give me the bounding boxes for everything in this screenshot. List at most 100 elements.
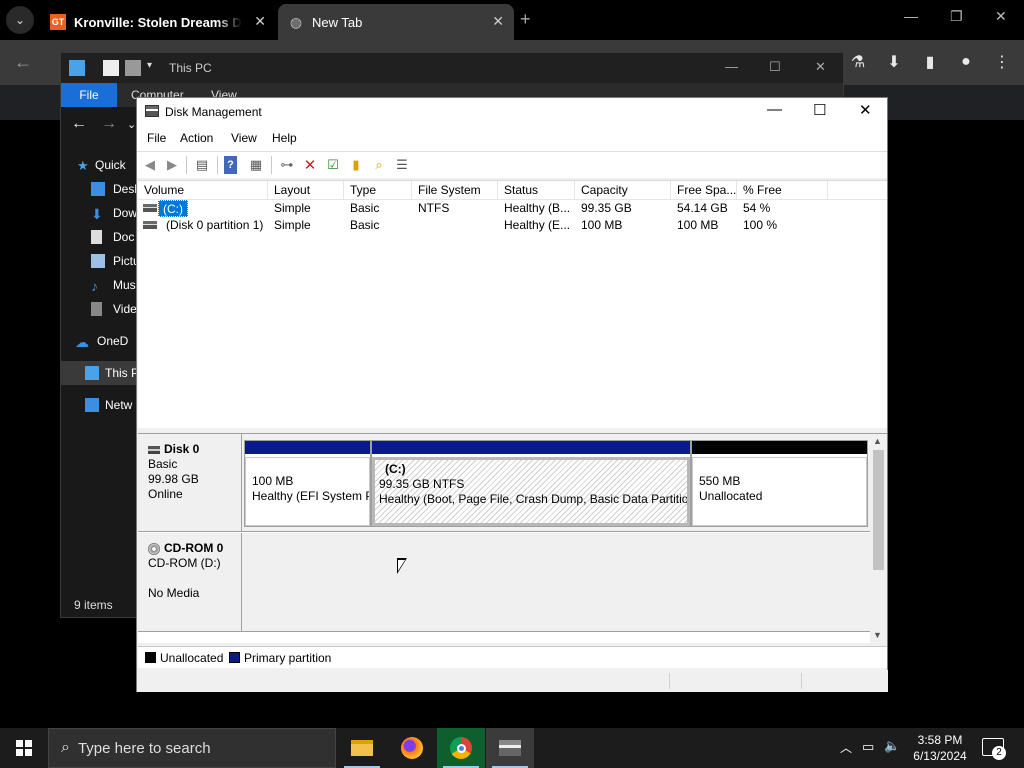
customize-chevron-icon[interactable]: ▾ <box>147 60 163 76</box>
help-icon[interactable]: ? <box>224 156 237 174</box>
connect-icon[interactable]: ⊶ <box>278 156 296 174</box>
search-placeholder: Type here to search <box>77 739 211 757</box>
partition-description: Healthy (Boot, Page File, Crash Dump, Ba… <box>379 492 690 506</box>
ribbon-file-tab[interactable]: File <box>61 83 117 107</box>
profile-icon[interactable]: ● <box>956 52 976 72</box>
menu-view[interactable]: View <box>231 131 257 145</box>
table-row[interactable]: (Disk 0 partition 1) Simple Basic Health… <box>138 217 887 234</box>
clock-time: 3:58 PM <box>917 733 963 747</box>
browser-tab-kronville[interactable]: GT Kronville: Stolen Dreams Down ✕ <box>40 4 276 40</box>
back-arrow-icon[interactable]: ◀ <box>141 156 159 174</box>
partition-body: 550 MB Unallocated <box>692 457 867 526</box>
column-header-layout[interactable]: Layout <box>268 181 344 200</box>
column-header-volume[interactable]: Volume <box>138 181 268 200</box>
column-header-free-space[interactable]: Free Spa... <box>671 181 737 200</box>
close-tab-icon[interactable]: ✕ <box>492 13 504 30</box>
new-tab-plus-icon[interactable]: + <box>520 9 531 30</box>
sidebar-item-desktop[interactable]: Desk <box>61 177 141 201</box>
legend-label-unallocated: Unallocated <box>160 651 224 665</box>
sidebar-item-network[interactable]: Netw <box>61 393 141 417</box>
properties-icon[interactable]: ▦ <box>247 156 265 174</box>
properties-icon[interactable] <box>103 60 119 76</box>
taskbar-chrome[interactable] <box>437 728 485 768</box>
partition-c[interactable]: (C:) 99.35 GB NTFS Healthy (Boot, Page F… <box>371 440 691 527</box>
network-icon[interactable]: ▭ <box>862 739 874 755</box>
column-header-percent-free[interactable]: % Free <box>737 181 828 200</box>
partition-efi[interactable]: 100 MB Healthy (EFI System P <box>244 440 371 527</box>
volume-free-space: 54.14 GB <box>677 201 728 215</box>
column-header-capacity[interactable]: Capacity <box>575 181 671 200</box>
taskbar-clock[interactable]: 3:58 PM 6/13/2024 <box>905 732 975 764</box>
labs-flask-icon[interactable]: ⚗ <box>848 52 868 72</box>
folder-search-icon[interactable]: ⌕ <box>370 156 388 174</box>
cloud-icon: ☁ <box>75 334 89 350</box>
taskbar-search-box[interactable]: ⌕ Type here to search <box>48 728 336 768</box>
disk-0-name: Disk 0 <box>148 442 241 457</box>
windows-start-icon[interactable] <box>16 740 32 756</box>
disk-0-label[interactable]: Disk 0 Basic 99.98 GB Online <box>138 434 242 531</box>
column-header-type[interactable]: Type <box>344 181 412 200</box>
scrollbar-thumb[interactable] <box>873 450 884 570</box>
minimize-icon[interactable]: — <box>904 8 918 24</box>
close-icon[interactable]: ✕ <box>995 8 1007 25</box>
recent-chevron-icon[interactable]: ⌄ <box>127 118 136 131</box>
cdrom-0-row[interactable]: CD-ROM 0 CD-ROM (D:) No Media <box>138 533 870 632</box>
partition-size: 99.35 GB NTFS <box>379 477 465 491</box>
dm-minimize-icon[interactable]: — <box>767 101 782 118</box>
column-header-status[interactable]: Status <box>498 181 575 200</box>
sidebar-item-quick-access[interactable]: ★ Quick <box>51 153 141 177</box>
table-row[interactable]: (C:) Simple Basic NTFS Healthy (B... 99.… <box>138 200 887 217</box>
browser-tab-new-tab[interactable]: ◍ New Tab ✕ <box>278 4 514 40</box>
folder-up-icon[interactable]: ▮ <box>347 156 365 174</box>
legend-swatch-unallocated <box>145 652 156 663</box>
menu-file[interactable]: File <box>147 131 166 145</box>
show-hidden-icons-chevron-icon[interactable]: ︿ <box>840 739 852 756</box>
volume-layout: Simple <box>274 201 311 215</box>
graphical-view-scrollbar[interactable]: ▲ ▼ <box>870 434 887 644</box>
sidebar-item-pictures[interactable]: Pictu <box>61 249 141 273</box>
download-icon[interactable]: ⬇ <box>884 52 904 72</box>
delete-icon[interactable]: ✕ <box>301 156 319 174</box>
disk-graphical-view: Disk 0 Basic 99.98 GB Online 100 MB Heal… <box>138 433 887 644</box>
forward-arrow-icon[interactable]: → <box>101 115 117 133</box>
cdrom-0-name: CD-ROM 0 <box>148 541 241 556</box>
column-header-file-system[interactable]: File System <box>412 181 498 200</box>
sidebar-item-documents[interactable]: Doc <box>61 225 141 249</box>
sidebar-item-this-pc[interactable]: This P <box>61 361 141 385</box>
dm-maximize-icon[interactable]: ☐ <box>813 101 826 119</box>
check-icon[interactable]: ☑ <box>324 156 342 174</box>
sidebar-item-downloads[interactable]: ⬇ Dow <box>61 201 141 225</box>
sidebar-item-onedrive[interactable]: ☁ OneD <box>53 329 141 353</box>
scroll-up-arrow-icon[interactable]: ▲ <box>873 436 882 446</box>
back-arrow-icon[interactable]: ← <box>71 115 87 133</box>
menu-help[interactable]: Help <box>272 131 297 145</box>
explorer-title-bar: ▾ This PC — ☐ ✕ <box>61 53 843 83</box>
toolbar-separator <box>186 156 187 174</box>
disk-0-row[interactable]: Disk 0 Basic 99.98 GB Online 100 MB Heal… <box>138 434 870 532</box>
folder-icon[interactable] <box>125 60 141 76</box>
show-hide-console-tree-icon[interactable]: ▤ <box>193 156 211 174</box>
dm-close-icon[interactable]: ✕ <box>859 101 872 119</box>
menu-action[interactable]: Action <box>180 131 213 145</box>
taskbar-firefox[interactable] <box>388 728 436 768</box>
close-tab-icon[interactable]: ✕ <box>254 13 266 30</box>
explorer-maximize-icon[interactable]: ☐ <box>769 59 781 75</box>
sidebar-item-videos[interactable]: Vide <box>61 297 141 321</box>
volume-muted-icon[interactable]: 🔈 <box>884 738 900 754</box>
scroll-down-arrow-icon[interactable]: ▼ <box>873 630 882 640</box>
tab-search-button[interactable]: ⌄ <box>6 6 34 34</box>
side-panel-icon[interactable]: ▮ <box>920 52 940 72</box>
explorer-minimize-icon[interactable]: — <box>725 59 738 74</box>
back-arrow-icon[interactable]: ← <box>14 52 32 73</box>
menu-kebab-icon[interactable]: ⋮ <box>992 52 1012 72</box>
forward-arrow-icon[interactable]: ▶ <box>163 156 181 174</box>
sidebar-item-music[interactable]: ♪ Musi <box>61 273 141 297</box>
list-view-icon[interactable]: ☰ <box>393 156 411 174</box>
partition-size: 100 MB <box>252 474 294 488</box>
taskbar-file-explorer[interactable] <box>338 728 386 768</box>
explorer-close-icon[interactable]: ✕ <box>815 59 826 75</box>
cdrom-0-label[interactable]: CD-ROM 0 CD-ROM (D:) No Media <box>138 533 242 631</box>
restore-icon[interactable]: ❐ <box>950 8 963 25</box>
taskbar-disk-management[interactable] <box>486 728 534 768</box>
partition-unallocated[interactable]: 550 MB Unallocated <box>691 440 868 527</box>
